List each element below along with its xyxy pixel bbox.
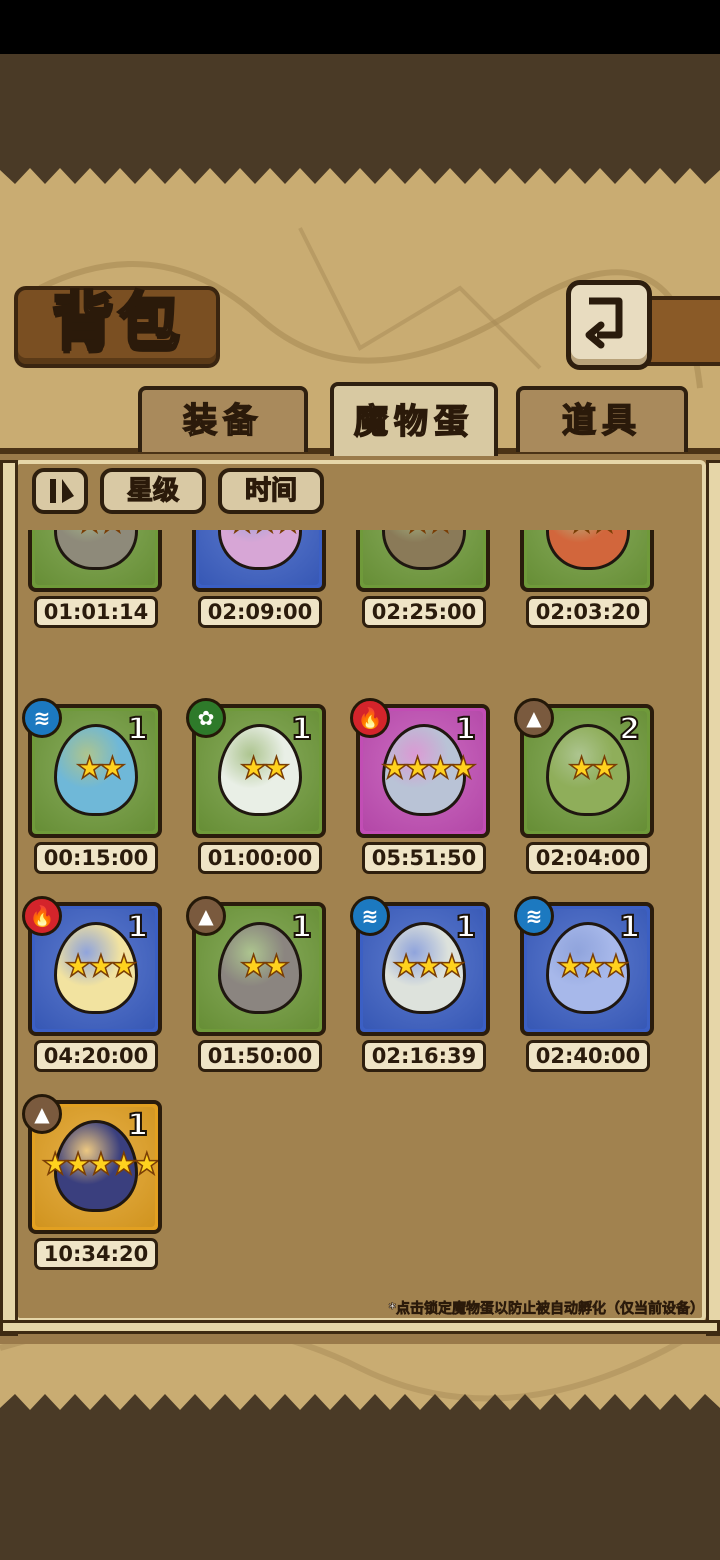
sort-by-star-button[interactable]: 星级 xyxy=(100,468,206,514)
element-badge-icon: ▲ xyxy=(186,896,226,936)
page-title: 背包 xyxy=(50,284,184,360)
egg-star-rating: ★★★★ xyxy=(380,751,477,786)
tab-monster-eggs-label: 魔物蛋 xyxy=(353,401,474,443)
status-bar xyxy=(0,0,720,54)
egg-card[interactable]: 1 ★★ ✿ 01:00:00 xyxy=(186,698,330,882)
egg-count: 1 xyxy=(126,1107,149,1144)
back-button[interactable] xyxy=(566,280,652,370)
bottom-rail xyxy=(0,1320,720,1334)
egg-card[interactable]: 2★★▲01:01:14 xyxy=(28,530,166,636)
sort-by-time-button[interactable]: 时间 xyxy=(218,468,324,514)
element-badge-icon: ✿ xyxy=(186,698,226,738)
hatch-timer: 01:00:00 xyxy=(198,842,322,874)
hatch-timer: 01:01:14 xyxy=(34,596,158,628)
egg-count: 1 xyxy=(126,909,149,946)
egg-star-rating: ★★ xyxy=(75,751,126,786)
egg-star-rating: ★★ xyxy=(360,530,486,538)
hatch-timer: 04:20:00 xyxy=(34,1040,158,1072)
egg-count: 2 xyxy=(618,711,641,748)
egg-count: 1 xyxy=(290,711,313,748)
hatch-timer: 02:40:00 xyxy=(526,1040,650,1072)
right-rail xyxy=(706,460,720,1336)
egg-star-rating: ★★★ xyxy=(64,949,138,984)
tab-equipment[interactable]: 装备 xyxy=(138,386,308,452)
element-badge-icon: ≋ xyxy=(350,896,390,936)
egg-card[interactable]: 1 ★★ ≋ 00:15:00 xyxy=(22,698,166,882)
lock-hint-text: *点击锁定魔物蛋以防止被自动孵化（仅当前设备） xyxy=(388,1301,704,1318)
egg-card-frame: 2★★ xyxy=(28,530,162,592)
egg-card[interactable]: 1 ★★★ ≋ 02:16:39 xyxy=(350,896,494,1080)
sort-toggle-icon xyxy=(50,479,74,503)
hatch-timer: 02:16:39 xyxy=(362,1040,486,1072)
egg-card[interactable]: 1 ★★ ▲ 01:50:00 xyxy=(186,896,330,1080)
element-badge-icon: ▲ xyxy=(22,1094,62,1134)
element-badge-icon: ▲ xyxy=(514,698,554,738)
egg-star-rating: ★★ xyxy=(32,530,158,538)
egg-star-rating: ★★ xyxy=(239,949,290,984)
egg-card[interactable]: 1 ★★★★★ ▲ 10:34:20 xyxy=(22,1094,166,1278)
egg-card[interactable]: 1 ★★★★ 🔥 05:51:50 xyxy=(350,698,494,882)
egg-star-rating: ★★ xyxy=(567,751,618,786)
egg-card-frame: 1★★★ xyxy=(192,530,326,592)
tab-items[interactable]: 道具 xyxy=(516,386,688,452)
top-torn-edge xyxy=(0,150,720,184)
hatch-timer: 02:03:20 xyxy=(526,596,650,628)
egg-card[interactable]: 1 ★★★ 🔥 04:20:00 xyxy=(22,896,166,1080)
hatch-timer: 05:51:50 xyxy=(362,842,486,874)
return-icon xyxy=(585,297,623,349)
egg-card[interactable]: 2 ★★ ▲ 02:04:00 xyxy=(514,698,658,882)
hatch-timer: 02:09:00 xyxy=(198,596,322,628)
sort-toggle-button[interactable] xyxy=(32,468,88,514)
left-rail xyxy=(0,460,18,1336)
egg-star-rating: ★★★ xyxy=(556,949,630,984)
egg-card-frame: 1★★ xyxy=(356,530,490,592)
egg-star-rating: ★★★ xyxy=(392,949,466,984)
egg-card[interactable]: 1★★★🔥02:09:00 xyxy=(192,530,330,636)
egg-count: 1 xyxy=(454,711,477,748)
egg-card[interactable]: 1★★▲02:25:00 xyxy=(356,530,494,636)
hatch-timer: 02:04:00 xyxy=(526,842,650,874)
tab-items-label: 道具 xyxy=(561,400,642,442)
egg-star-rating: ★★ xyxy=(524,530,650,538)
element-badge-icon: 🔥 xyxy=(350,698,390,738)
egg-count: 1 xyxy=(618,909,641,946)
egg-count: 1 xyxy=(126,711,149,748)
egg-grid: 2★★▲01:01:141★★★🔥02:09:001★★▲02:25:001★★… xyxy=(18,530,702,1290)
egg-star-rating: ★★ xyxy=(239,751,290,786)
egg-card[interactable]: 1 ★★★ ≋ 02:40:00 xyxy=(514,896,658,1080)
egg-card-frame: 1★★ xyxy=(520,530,654,592)
element-badge-icon: ≋ xyxy=(514,896,554,936)
hatch-timer: 10:34:20 xyxy=(34,1238,158,1270)
egg-card[interactable]: 1★★🔥02:03:20 xyxy=(520,530,658,636)
hatch-timer: 02:25:00 xyxy=(362,596,486,628)
egg-star-rating: ★★★ xyxy=(196,530,322,538)
egg-count: 1 xyxy=(454,909,477,946)
egg-star-rating: ★★★★★ xyxy=(41,1147,158,1182)
egg-count: 1 xyxy=(290,909,313,946)
element-badge-icon: ≋ xyxy=(22,698,62,738)
hatch-timer: 01:50:00 xyxy=(198,1040,322,1072)
tab-equipment-label: 装备 xyxy=(182,400,263,442)
element-badge-icon: 🔥 xyxy=(22,896,62,936)
bottom-torn-edge xyxy=(0,1394,720,1428)
tab-monster-eggs[interactable]: 魔物蛋 xyxy=(330,382,498,456)
hatch-timer: 00:15:00 xyxy=(34,842,158,874)
